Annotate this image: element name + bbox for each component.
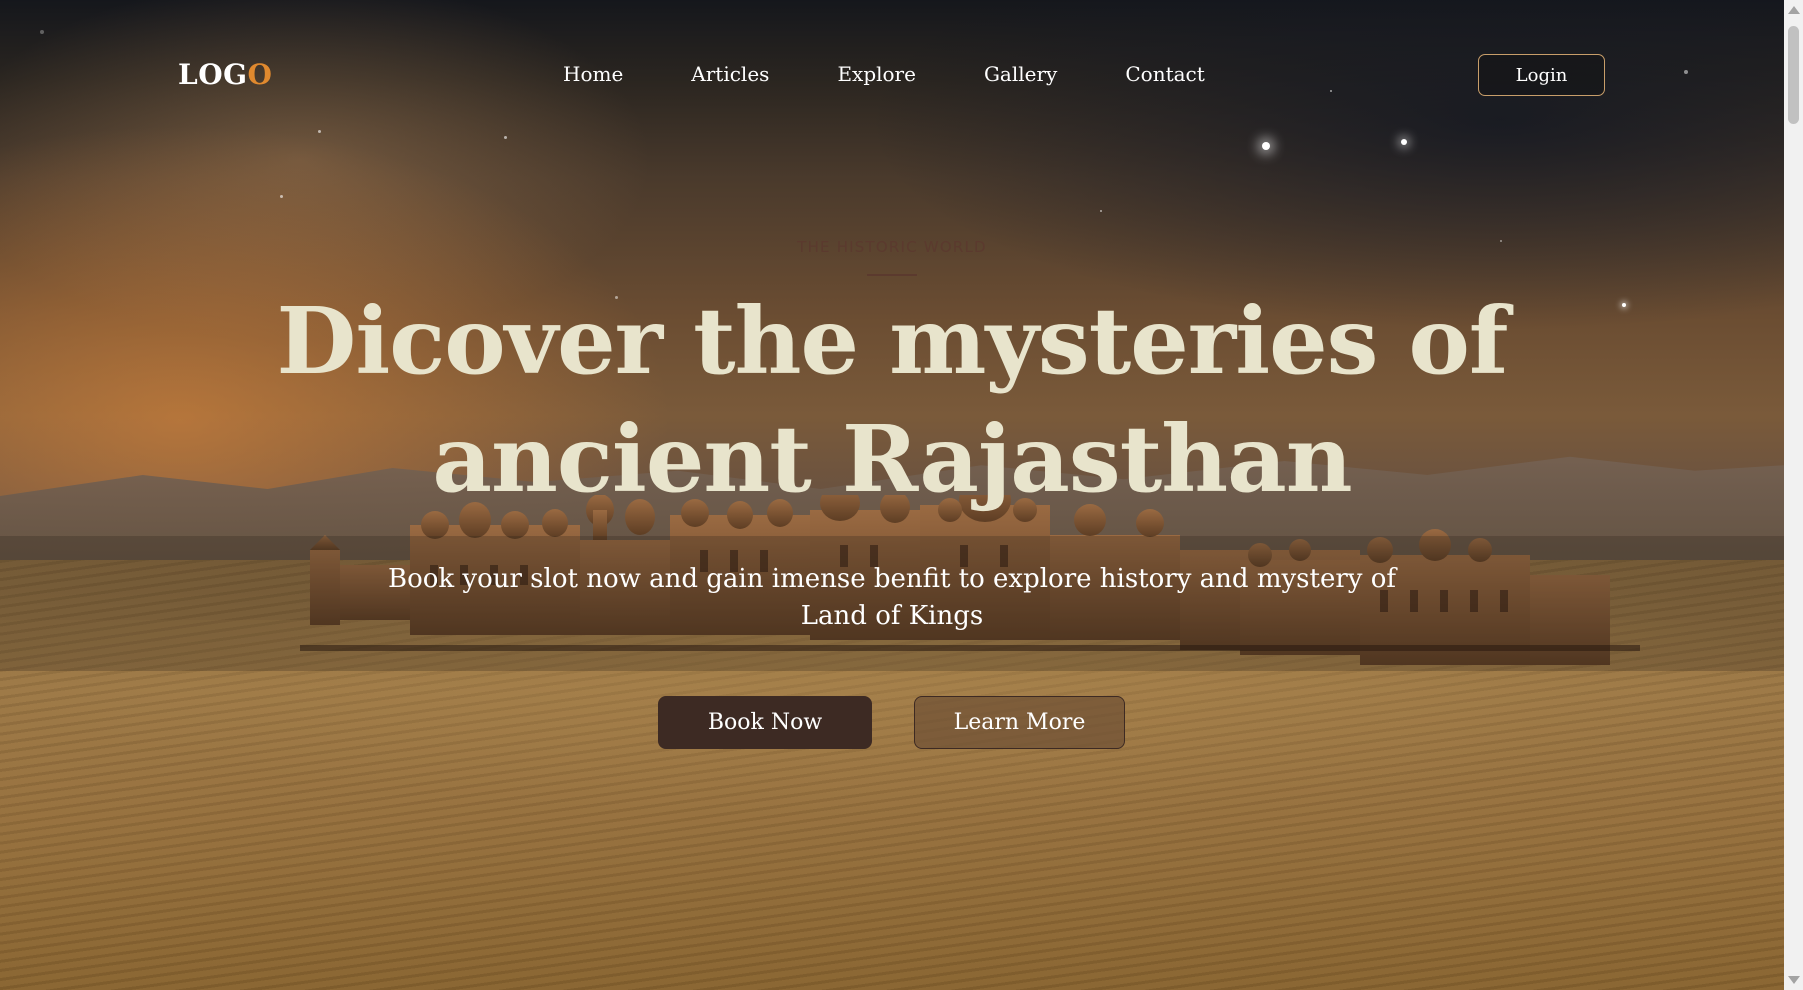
nav-home[interactable]: Home [563, 62, 623, 86]
main-nav: Home Articles Explore Gallery Contact [563, 62, 1273, 86]
nav-articles[interactable]: Articles [691, 62, 769, 86]
login-button[interactable]: Login [1478, 54, 1605, 96]
eyebrow-divider [867, 274, 917, 276]
site-header: LOGO Home Articles Explore Gallery Conta… [0, 0, 1784, 150]
nav-gallery[interactable]: Gallery [984, 62, 1057, 86]
star-decoration [1100, 210, 1102, 212]
scroll-down-arrow-icon[interactable] [1788, 976, 1800, 984]
logo-text: LOG [178, 58, 248, 91]
hero-subtitle: Book your slot now and gain imense benfi… [387, 564, 1397, 631]
logo[interactable]: LOGO [178, 58, 272, 91]
hero-title-line-1: Dicover the mysteries of [276, 287, 1509, 395]
book-now-button[interactable]: Book Now [658, 696, 872, 749]
scrollbar-thumb[interactable] [1788, 26, 1799, 124]
nav-contact[interactable]: Contact [1125, 62, 1204, 86]
hero-section: LOGO Home Articles Explore Gallery Conta… [0, 0, 1784, 990]
hero-title: Dicover the mysteries of ancient Rajasth… [0, 282, 1784, 518]
nav-explore[interactable]: Explore [837, 62, 916, 86]
star-decoration [280, 195, 283, 198]
logo-accent-letter: O [247, 58, 273, 91]
hero-eyebrow: THE HISTORIC WORLD [797, 238, 987, 256]
page-scrollbar[interactable] [1784, 0, 1803, 990]
hero-title-line-2: ancient Rajasthan [432, 405, 1352, 513]
scroll-up-arrow-icon[interactable] [1788, 6, 1800, 14]
learn-more-button[interactable]: Learn More [914, 696, 1125, 749]
